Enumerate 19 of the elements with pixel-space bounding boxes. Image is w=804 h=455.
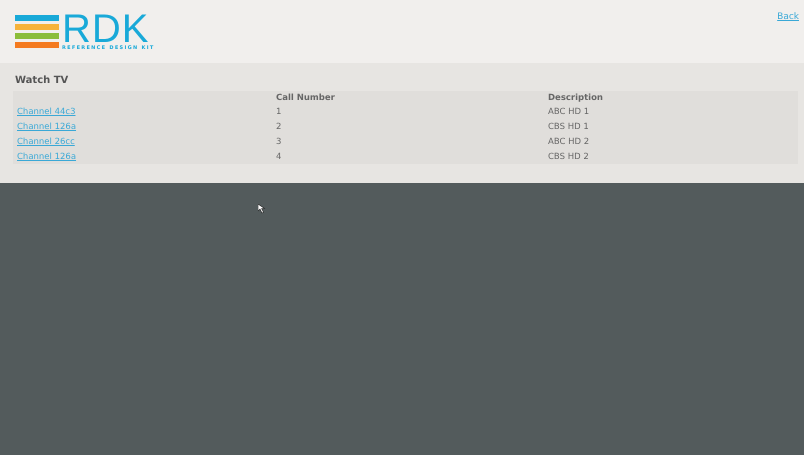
table-cell: CBS HD 1 (548, 122, 589, 132)
column-header: Call Number (276, 92, 335, 102)
channel-link[interactable]: Channel 126a (17, 152, 76, 162)
logo-stripes-icon (15, 15, 59, 49)
table-cell: 3 (276, 136, 282, 146)
channel-link[interactable]: Channel 26cc (17, 136, 75, 146)
table-cell: ABC HD 2 (548, 136, 590, 146)
channel-link[interactable]: Channel 44c3 (17, 106, 76, 116)
table-cell: CBS HD 2 (548, 152, 589, 162)
section-title: Watch TV (15, 75, 70, 86)
table-cell: 4 (276, 152, 282, 162)
channel-link[interactable]: Channel 126a (17, 122, 76, 132)
table-cell: 2 (276, 122, 282, 132)
column-header: Description (548, 92, 603, 102)
table-cell: ABC HD 1 (548, 106, 590, 116)
mouse-pointer-icon (258, 204, 268, 214)
back-link[interactable]: Back (777, 12, 799, 22)
logo-name: RDK (62, 14, 150, 44)
table-cell: 1 (276, 106, 282, 116)
